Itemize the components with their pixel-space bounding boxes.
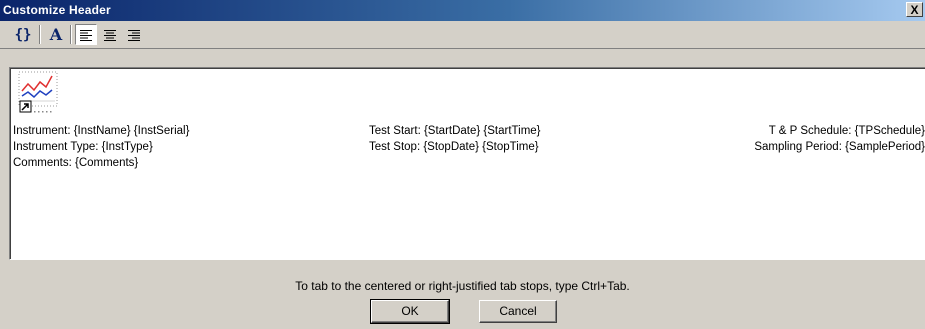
chart-logo-icon [18,71,58,113]
left-cell: Instrument: {InstName} {InstSerial} [13,125,190,137]
toolbar-separator [70,25,72,44]
align-left-button[interactable] [75,24,97,45]
header-row-3: Comments: {Comments} [13,157,925,171]
right-cell: T & P Schedule: {TPSchedule} [768,125,925,137]
align-right-button[interactable] [123,24,145,45]
font-button[interactable]: A [45,24,67,45]
align-left-icon [80,29,92,41]
center-cell: Test Start: {StartDate} {StartTime} [369,125,541,137]
font-icon: A [49,25,63,44]
align-right-icon [128,29,140,41]
align-center-button[interactable] [99,24,121,45]
toolbar: {} A [0,21,925,49]
title-bar: Customize Header X [0,0,925,21]
left-cell: Instrument Type: {InstType} [13,141,153,153]
center-cell: Test Stop: {StopDate} {StopTime} [369,141,539,153]
window-title: Customize Header [3,3,111,17]
hint-text: To tab to the centered or right-justifie… [295,279,630,293]
header-row-2: Instrument Type: {InstType} Test Stop: {… [13,141,925,155]
toolbar-separator [39,25,41,44]
header-editor[interactable]: Instrument: {InstName} {InstSerial} Test… [9,67,925,260]
insert-field-button[interactable]: {} [10,24,36,45]
field-braces-icon: {} [14,26,32,43]
right-cell: Sampling Period: {SamplePeriod} [754,141,925,153]
cancel-button[interactable]: Cancel [479,300,557,323]
close-button[interactable]: X [906,2,923,17]
ok-button[interactable]: OK [370,299,450,324]
editor-area[interactable]: Instrument: {InstName} {InstSerial} Test… [10,68,925,259]
left-cell: Comments: {Comments} [13,157,139,169]
header-row-1: Instrument: {InstName} {InstSerial} Test… [13,125,925,139]
align-center-icon [104,29,116,41]
